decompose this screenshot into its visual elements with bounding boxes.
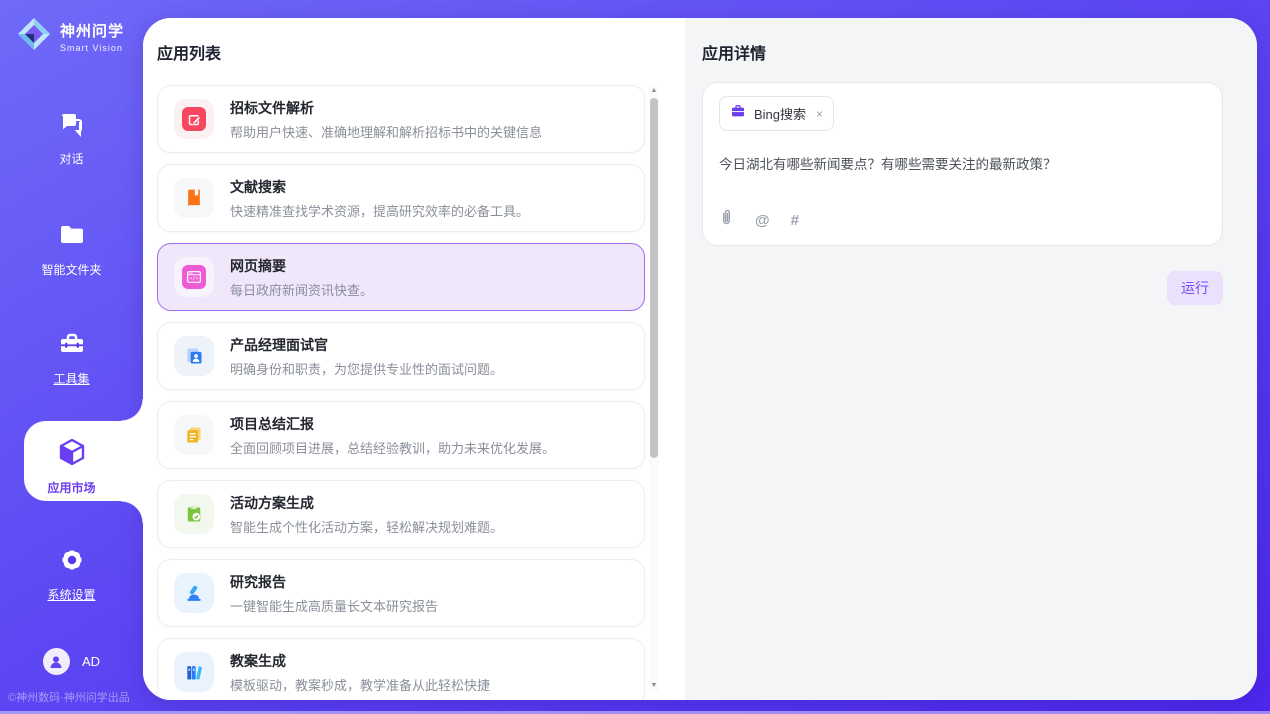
brand-logo: 神州问学 Smart Vision bbox=[16, 16, 124, 57]
app-name: 活动方案生成 bbox=[230, 493, 503, 513]
books-icon bbox=[174, 652, 214, 692]
sidebar-item-smart-folder[interactable]: 智能文件夹 bbox=[0, 221, 143, 278]
user-initials: AD bbox=[82, 654, 100, 669]
svg-text:</>: </> bbox=[189, 276, 198, 282]
app-card-pm-interviewer[interactable]: 产品经理面试官 明确身份和职责，为您提供专业性的面试问题。 bbox=[157, 322, 645, 390]
input-toolbar: @ # bbox=[719, 209, 1206, 231]
scrollbar-up-arrow[interactable]: ▲ bbox=[649, 85, 659, 97]
app-name: 产品经理面试官 bbox=[230, 335, 503, 355]
run-button[interactable]: 运行 bbox=[1167, 271, 1223, 305]
app-list-scrollbar[interactable]: ▲ ▼ bbox=[649, 85, 659, 692]
app-desc: 帮助用户快速、准确地理解和解析招标书中的关键信息 bbox=[230, 122, 542, 141]
app-detail-panel: 应用详情 Bing搜索 × 今日湖北有哪些新闻要点？有哪些需要关注的最新政策？ bbox=[685, 18, 1257, 700]
sidebar-item-label: 应用市场 bbox=[47, 479, 95, 496]
cube-icon bbox=[57, 437, 87, 472]
folder-icon bbox=[58, 221, 86, 254]
app-name: 教案生成 bbox=[230, 651, 490, 671]
literature-book-icon bbox=[174, 178, 214, 218]
avatar bbox=[43, 648, 70, 675]
app-name: 招标文件解析 bbox=[230, 98, 542, 118]
app-desc: 明确身份和职责，为您提供专业性的面试问题。 bbox=[230, 359, 503, 378]
run-button-row: 运行 bbox=[702, 271, 1223, 305]
app-detail-title: 应用详情 bbox=[702, 40, 1223, 64]
query-text[interactable]: 今日湖北有哪些新闻要点？有哪些需要关注的最新政策？ bbox=[719, 155, 1206, 175]
webpage-code-icon: </> bbox=[174, 257, 214, 297]
bubble-notch-bottom bbox=[121, 501, 143, 523]
app-desc: 快速精准查找学术资源，提高研究效率的必备工具。 bbox=[230, 201, 529, 220]
tool-chip-label: Bing搜索 bbox=[754, 104, 806, 123]
app-desc: 全面回顾项目进展，总结经验教训，助力未来优化发展。 bbox=[230, 438, 555, 457]
toolbox-icon bbox=[58, 330, 86, 363]
app-card-list: 招标文件解析 帮助用户快速、准确地理解和解析招标书中的关键信息 文献搜索 快速精… bbox=[157, 85, 645, 700]
tool-chip-bing-search[interactable]: Bing搜索 × bbox=[719, 96, 834, 131]
sidebar: 神州问学 Smart Vision 对话 智能文件夹 bbox=[0, 0, 143, 714]
mention-icon[interactable]: @ bbox=[755, 212, 770, 229]
app-list-title: 应用列表 bbox=[157, 40, 685, 64]
app-name: 项目总结汇报 bbox=[230, 414, 555, 434]
app-name: 网页摘要 bbox=[230, 256, 373, 276]
app-card-webpage-summary[interactable]: </> 网页摘要 每日政府新闻资讯快查。 bbox=[157, 243, 645, 311]
sidebar-item-label: 智能文件夹 bbox=[41, 261, 101, 278]
bid-document-icon bbox=[174, 99, 214, 139]
bubble-notch-top bbox=[121, 399, 143, 421]
sidebar-item-settings[interactable]: 系统设置 bbox=[0, 546, 143, 603]
brand-subtitle: Smart Vision bbox=[60, 43, 124, 53]
hashtag-icon[interactable]: # bbox=[791, 212, 799, 229]
sidebar-item-label: 对话 bbox=[59, 150, 83, 167]
app-card-bid-parse[interactable]: 招标文件解析 帮助用户快速、准确地理解和解析招标书中的关键信息 bbox=[157, 85, 645, 153]
briefcase-icon bbox=[730, 103, 746, 124]
app-desc: 一键智能生成高质量长文本研究报告 bbox=[230, 596, 438, 615]
sidebar-item-label: 系统设置 bbox=[47, 586, 95, 603]
scrollbar-thumb[interactable] bbox=[650, 98, 658, 458]
sidebar-item-app-market[interactable]: 应用市场 bbox=[0, 437, 143, 496]
brand-name: 神州问学 bbox=[60, 20, 124, 41]
app-card-research-report[interactable]: 研究报告 一键智能生成高质量长文本研究报告 bbox=[157, 559, 645, 627]
app-card-literature-search[interactable]: 文献搜索 快速精准查找学术资源，提高研究效率的必备工具。 bbox=[157, 164, 645, 232]
chat-icon bbox=[58, 110, 86, 143]
sidebar-item-chat[interactable]: 对话 bbox=[0, 110, 143, 167]
clipboard-check-icon bbox=[174, 494, 214, 534]
app-desc: 模板驱动，教案秒成，教学准备从此轻松快捷 bbox=[230, 675, 490, 694]
app-desc: 智能生成个性化活动方案，轻松解决规划难题。 bbox=[230, 517, 503, 536]
app-card-project-summary[interactable]: 项目总结汇报 全面回顾项目进展，总结经验教训，助力未来优化发展。 bbox=[157, 401, 645, 469]
diamond-logo-icon bbox=[16, 16, 52, 57]
app-name: 文献搜索 bbox=[230, 177, 529, 197]
app-list-panel: 应用列表 招标文件解析 帮助用户快速、准确地理解和解析招标书中的关键信息 bbox=[143, 18, 685, 700]
sidebar-item-label: 工具集 bbox=[53, 370, 89, 387]
notes-icon bbox=[174, 415, 214, 455]
microscope-icon bbox=[174, 573, 214, 613]
scrollbar-down-arrow[interactable]: ▼ bbox=[649, 680, 659, 692]
gear-icon bbox=[58, 546, 86, 579]
sidebar-item-toolset[interactable]: 工具集 bbox=[0, 330, 143, 387]
main-content: 应用列表 招标文件解析 帮助用户快速、准确地理解和解析招标书中的关键信息 bbox=[143, 18, 1257, 700]
chip-close-icon[interactable]: × bbox=[816, 107, 823, 121]
attachment-icon[interactable] bbox=[719, 209, 734, 231]
app-desc: 每日政府新闻资讯快查。 bbox=[230, 280, 373, 299]
interview-doc-icon bbox=[174, 336, 214, 376]
app-card-event-plan[interactable]: 活动方案生成 智能生成个性化活动方案，轻松解决规划难题。 bbox=[157, 480, 645, 548]
app-card-lesson-plan[interactable]: 教案生成 模板驱动，教案秒成，教学准备从此轻松快捷 bbox=[157, 638, 645, 700]
user-account[interactable]: AD bbox=[0, 648, 143, 675]
copyright-footer: ©神州数码·神州问学出品 bbox=[8, 689, 130, 705]
prompt-input-card[interactable]: Bing搜索 × 今日湖北有哪些新闻要点？有哪些需要关注的最新政策？ @ # bbox=[702, 82, 1223, 246]
app-name: 研究报告 bbox=[230, 572, 438, 592]
